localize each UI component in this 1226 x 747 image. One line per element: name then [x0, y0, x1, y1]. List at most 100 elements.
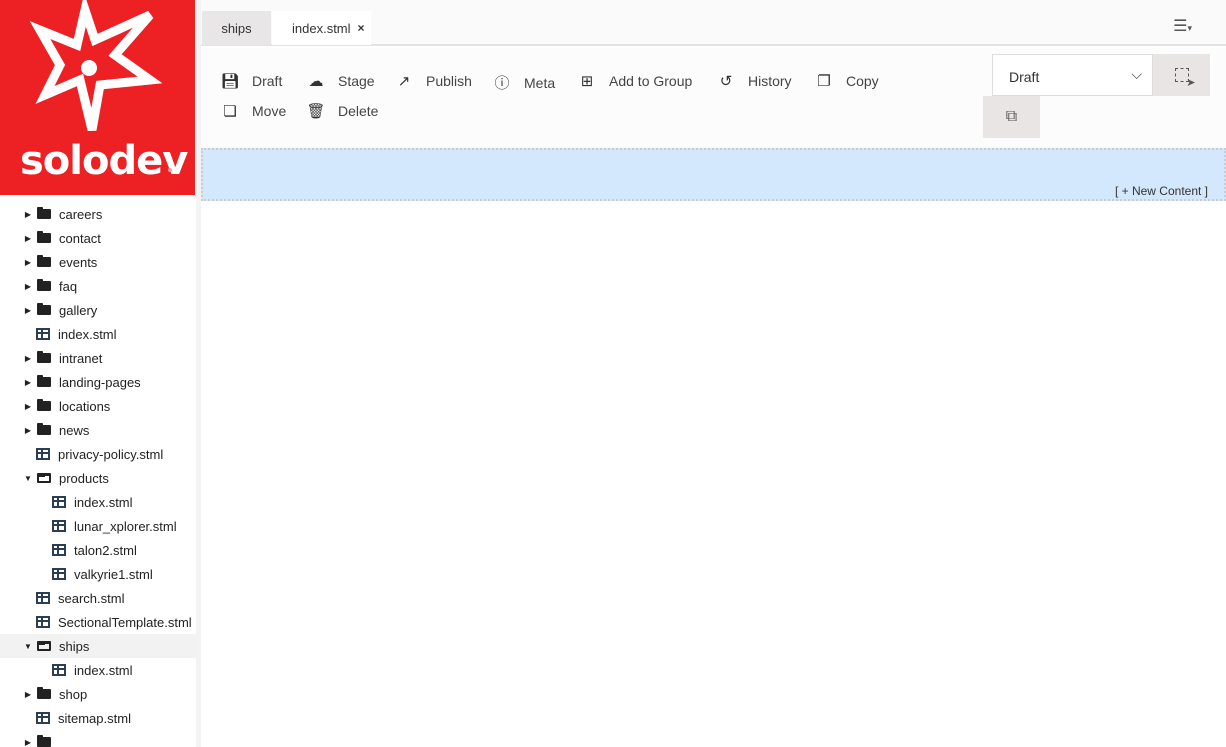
caret-right-icon[interactable]: ▶ — [23, 730, 33, 747]
tree-item-label: careers — [59, 206, 103, 222]
close-icon[interactable]: × — [358, 21, 365, 35]
tree-item[interactable]: ▶ news — [0, 418, 196, 442]
chevron-down-icon: ⌵ — [1131, 66, 1142, 82]
tree-item[interactable]: ▶ intranet — [0, 346, 196, 370]
hamburger-menu-icon[interactable]: ☰▾ — [1173, 16, 1192, 36]
caret-right-icon[interactable]: ▶ — [23, 274, 33, 298]
stage-button[interactable]: ☁ Stage — [306, 72, 375, 90]
tree-item[interactable]: lunar_xplorer.stml — [0, 514, 196, 538]
label: Move — [252, 103, 287, 119]
select-value: Draft — [1009, 69, 1040, 85]
folder-icon — [37, 303, 51, 315]
draft-button[interactable]: 💾︎ Draft — [220, 72, 282, 90]
tab-index-stml[interactable]: index.stml × — [272, 11, 371, 45]
open-external-button[interactable]: ⧉ — [983, 96, 1040, 138]
label: Stage — [338, 73, 375, 89]
tree-item[interactable]: sitemap.stml — [0, 706, 196, 730]
tree-item[interactable]: valkyrie1.stml — [0, 562, 196, 586]
folder-icon — [37, 207, 51, 219]
tree-item-label: locations — [59, 398, 111, 414]
caret-right-icon[interactable]: ▶ — [23, 346, 33, 370]
template-file-icon — [52, 520, 66, 532]
tree-item[interactable]: index.stml — [0, 322, 196, 346]
history-button[interactable]: ↺ History — [716, 72, 792, 90]
tree-item-label: intranet — [59, 350, 103, 366]
tree-item-label: lunar_xplorer.stml — [74, 518, 177, 534]
tree-item-label: talon2.stml — [74, 542, 137, 558]
folder-icon — [37, 399, 51, 411]
caret-right-icon[interactable]: ▶ — [23, 250, 33, 274]
tree-item-label: SectionalTemplate.stml — [58, 614, 192, 630]
add-to-group-button[interactable]: ⊞ Add to Group — [577, 72, 693, 90]
caret-right-icon[interactable]: ▶ — [23, 418, 33, 442]
tree-item-label: faq — [59, 278, 78, 294]
content-drop-zone[interactable]: [ + New Content ] — [201, 148, 1226, 201]
select-element-button[interactable]: ➤ — [1153, 54, 1210, 96]
folder-icon — [37, 423, 51, 435]
tree-item[interactable]: ▶ careers — [0, 202, 196, 226]
tree-item-label: search.stml — [58, 590, 125, 606]
status-select[interactable]: Draft ⌵ — [992, 54, 1153, 96]
caret-right-icon[interactable]: ▶ — [23, 682, 33, 706]
tree-item[interactable]: index.stml — [0, 658, 196, 682]
publish-button[interactable]: ↗ Publish — [394, 72, 472, 90]
label: History — [748, 73, 792, 89]
sidebar: solodev ▶▶careers▶contact▶events▶faq▶gal… — [0, 0, 196, 747]
history-icon: ↺ — [719, 73, 733, 90]
template-file-icon — [36, 712, 50, 724]
move-icon: ❏ — [223, 103, 237, 120]
caret-right-icon[interactable]: ▶ — [23, 202, 33, 226]
tree-item[interactable]: ▼ ships — [0, 634, 196, 658]
tree-item-label: products — [59, 470, 109, 486]
caret-right-icon[interactable]: ▶ — [23, 370, 33, 394]
tree-item[interactable]: search.stml — [0, 586, 196, 610]
template-file-icon — [36, 616, 50, 628]
tab-ships[interactable]: ships — [202, 11, 271, 45]
tree-item[interactable]: SectionalTemplate.stml — [0, 610, 196, 634]
external-link-icon: ⧉ — [1005, 108, 1018, 125]
copy-button[interactable]: ❐ Copy — [814, 72, 879, 90]
label: Add to Group — [609, 73, 693, 89]
template-file-icon — [52, 568, 66, 580]
tree-item-label: contact — [59, 230, 101, 246]
caret-down-icon[interactable]: ▼ — [23, 466, 33, 490]
label: Copy — [846, 73, 879, 89]
move-button[interactable]: ❏ Move — [220, 102, 286, 120]
tree-item[interactable]: privacy-policy.stml — [0, 442, 196, 466]
caret-down-icon[interactable]: ▼ — [23, 634, 33, 658]
registered-mark — [168, 168, 172, 172]
tree-item[interactable]: ▶ faq — [0, 274, 196, 298]
tree-item[interactable]: ▶ events — [0, 250, 196, 274]
toolbar: 💾︎ Draft ☁ Stage ↗ Publish ⓘ Meta ⊞ Add to Gr… — [201, 48, 1226, 148]
tree-item-label: gallery — [59, 302, 98, 318]
tree-item-label: ships — [59, 638, 90, 654]
caret-right-icon[interactable]: ▶ — [23, 394, 33, 418]
new-content-link[interactable]: [ + New Content ] — [1115, 184, 1208, 198]
tree-item[interactable]: ▶ locations — [0, 394, 196, 418]
tree-item[interactable]: index.stml — [0, 490, 196, 514]
caret-right-icon[interactable]: ▶ — [23, 298, 33, 322]
tree-item-label: landing-pages — [59, 374, 141, 390]
tree-item[interactable]: ▶ contact — [0, 226, 196, 250]
cloud-upload-icon: ☁ — [308, 73, 324, 90]
tree-item-label: index.stml — [74, 494, 133, 510]
folder-icon — [37, 687, 51, 699]
folder-icon — [37, 231, 51, 243]
caret-right-icon[interactable]: ▶ — [23, 226, 33, 250]
label: Publish — [426, 73, 472, 89]
meta-button[interactable]: ⓘ Meta — [492, 72, 555, 93]
tree-item[interactable]: ▶ — [0, 730, 196, 747]
tree-item-label: index.stml — [74, 662, 133, 678]
tree-item[interactable]: talon2.stml — [0, 538, 196, 562]
label: Draft — [252, 73, 283, 89]
template-file-icon — [36, 592, 50, 604]
tree-item[interactable]: ▶ landing-pages — [0, 370, 196, 394]
tree-item[interactable]: ▼ products — [0, 466, 196, 490]
tree-item[interactable]: ▶ shop — [0, 682, 196, 706]
delete-button[interactable]: 🗑︎ Delete — [306, 102, 378, 120]
template-file-icon — [52, 544, 66, 556]
file-tree: ▶▶careers▶contact▶events▶faq▶galleryinde… — [0, 178, 196, 747]
template-file-icon — [36, 448, 50, 460]
tree-item[interactable]: ▶ gallery — [0, 298, 196, 322]
tree-item-label: valkyrie1.stml — [74, 566, 153, 582]
